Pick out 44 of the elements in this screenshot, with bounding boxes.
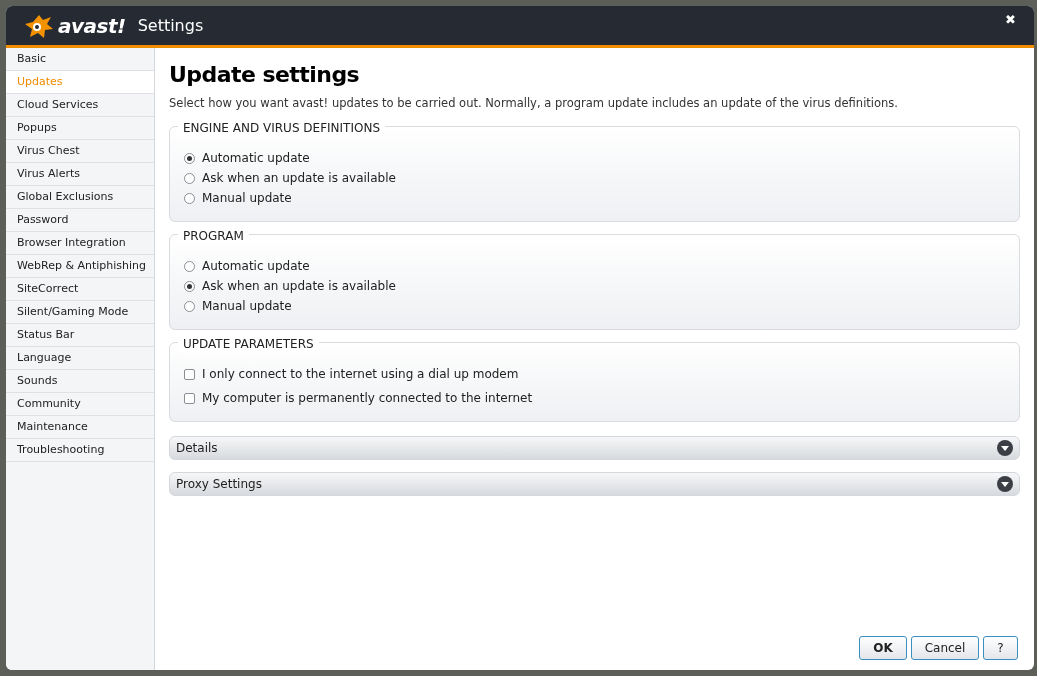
checkbox[interactable] (184, 392, 195, 404)
option-label: Manual update (202, 190, 292, 208)
window-title: Settings (137, 14, 204, 37)
logo-text: avast! (58, 12, 126, 40)
radio-button[interactable] (184, 260, 195, 272)
sidebar-item[interactable]: Browser Integration (6, 232, 154, 255)
radio-button[interactable] (184, 280, 195, 292)
sidebar-item[interactable]: Maintenance (6, 416, 154, 439)
radio-button[interactable] (184, 152, 195, 164)
close-button[interactable]: ✖ (1005, 9, 1016, 30)
sidebar-item[interactable]: Virus Chest (6, 140, 154, 163)
expander-bar[interactable]: Proxy Settings (169, 472, 1020, 497)
option-label: I only connect to the internet using a dial up modem (202, 366, 519, 384)
sidebar-item[interactable]: Language (6, 347, 154, 370)
sidebar-item[interactable]: Silent/Gaming Mode (6, 301, 154, 324)
sidebar-item[interactable]: Virus Alerts (6, 163, 154, 186)
radio-button[interactable] (184, 172, 195, 184)
option-label: My computer is permanently connected to the internet (202, 390, 533, 408)
sidebar-item[interactable]: WebRep & Antiphishing (6, 255, 154, 278)
expander-label: Details (176, 440, 218, 458)
page-heading: Update settings (169, 61, 361, 89)
expander-bar[interactable]: Details (169, 436, 1020, 461)
expander-label: Proxy Settings (176, 476, 262, 494)
sidebar-item[interactable]: Troubleshooting (6, 439, 154, 462)
sidebar-item[interactable]: Community (6, 393, 154, 416)
sidebar-item[interactable]: Sounds (6, 370, 154, 393)
option-label: Automatic update (202, 258, 310, 276)
sidebar-item[interactable]: Global Exclusions (6, 186, 154, 209)
help-button[interactable]: ? (983, 636, 1018, 660)
dialog-button[interactable]: OK (859, 636, 907, 660)
sidebar-item[interactable]: Cloud Services (6, 94, 154, 117)
sidebar-item[interactable]: Password (6, 209, 154, 232)
option-label: Automatic update (202, 150, 310, 168)
radio-button[interactable] (184, 192, 195, 204)
option-label: Ask when an update is available (202, 278, 396, 296)
sidebar-item[interactable]: SiteCorrect (6, 278, 154, 301)
sidebar-item[interactable]: Popups (6, 117, 154, 140)
description-text: Select how you want avast! updates to be carried out. Normally, a program update includes an update of the virus definitions. (169, 95, 899, 112)
radio-button[interactable] (184, 300, 195, 312)
sidebar-item[interactable]: Status Bar (6, 324, 154, 347)
checkbox[interactable] (184, 368, 195, 380)
option-label: Ask when an update is available (202, 170, 396, 188)
option-label: Manual update (202, 298, 292, 316)
dialog-button[interactable]: Cancel (911, 636, 979, 660)
